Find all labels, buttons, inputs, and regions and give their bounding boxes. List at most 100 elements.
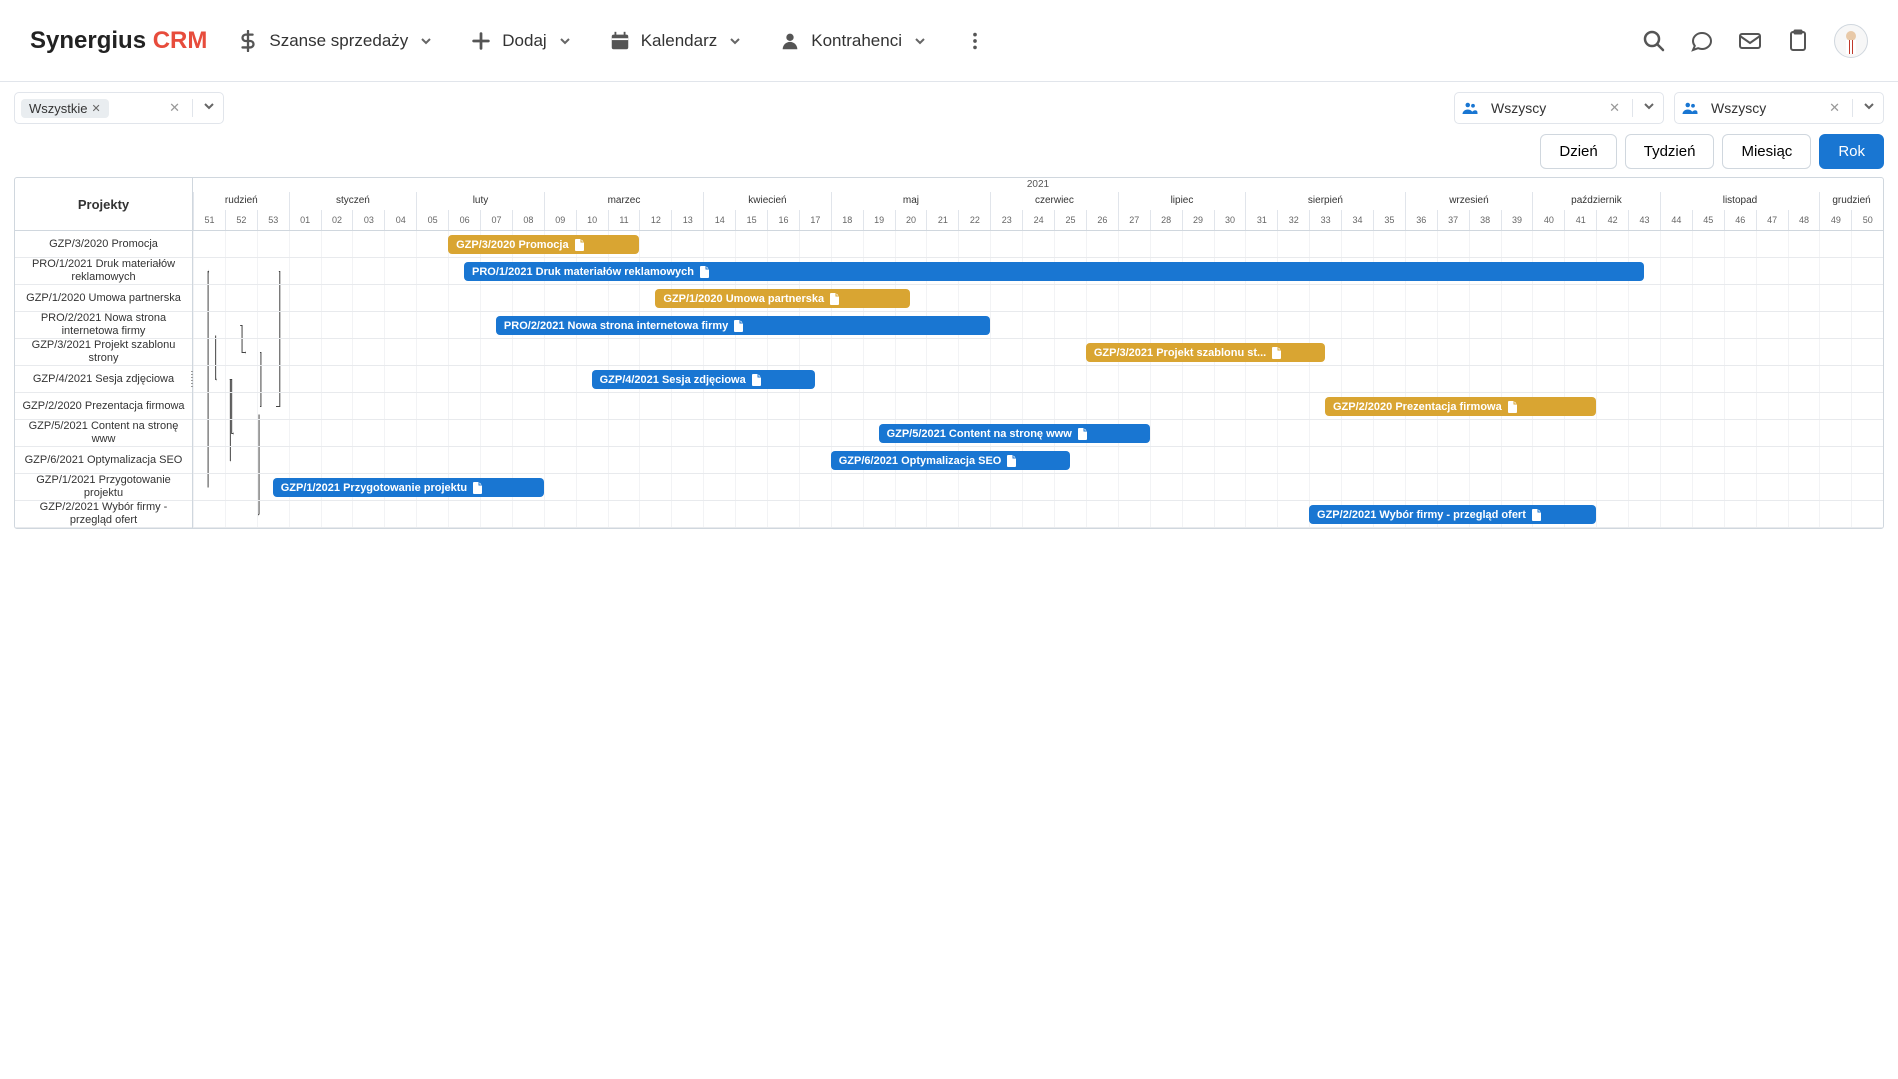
document-icon (1272, 347, 1282, 359)
chevron-down-icon (420, 35, 432, 47)
nav-more[interactable] (964, 30, 986, 52)
gantt-row: GZP/1/2020 Umowa partnerska (193, 285, 1883, 312)
gantt-week-cell: 43 (1628, 210, 1660, 230)
gantt-month-cell: rudzień (193, 192, 289, 210)
gantt-project-label[interactable]: GZP/3/2020 Promocja (15, 231, 192, 258)
view-week-button[interactable]: Tydzień (1625, 134, 1715, 169)
gantt-month-cell: styczeń (289, 192, 417, 210)
nav-opportunities[interactable]: Szanse sprzedaży (237, 30, 432, 52)
gantt-week-cell: 36 (1405, 210, 1437, 230)
gantt-bar-label: GZP/2/2020 Prezentacja firmowa (1333, 401, 1502, 413)
gantt-project-label[interactable]: GZP/1/2021 Przygotowanie projektu (15, 474, 192, 501)
view-month-button[interactable]: Miesiąc (1722, 134, 1811, 169)
document-icon (830, 293, 840, 305)
filter-dropdown-icon[interactable] (1641, 99, 1657, 117)
gantt-week-cell: 51 (193, 210, 225, 230)
gantt-week-cell: 37 (1437, 210, 1469, 230)
filter-clear-icon[interactable]: ✕ (1825, 100, 1844, 116)
view-day-button[interactable]: Dzień (1540, 134, 1616, 169)
gantt-bar[interactable]: GZP/4/2021 Sesja zdjęciowa (592, 370, 815, 389)
gantt-project-label[interactable]: PRO/2/2021 Nowa strona internetowa firmy (15, 312, 192, 339)
nav-contractors[interactable]: Kontrahenci (779, 30, 926, 52)
gantt-week-cell: 46 (1724, 210, 1756, 230)
filter-team1[interactable]: Wszyscy ✕ (1454, 92, 1664, 124)
search-icon[interactable] (1642, 29, 1666, 53)
people-icon (1461, 99, 1479, 117)
filter-bar: Wszystkie ✕ ✕ Wszyscy ✕ Wszyscy ✕ (0, 82, 1898, 134)
gantt-project-label[interactable]: GZP/2/2020 Prezentacja firmowa (15, 393, 192, 420)
document-icon (1532, 509, 1542, 521)
gantt-bar[interactable]: GZP/6/2021 Optymalizacja SEO (831, 451, 1070, 470)
gantt-bar[interactable]: GZP/1/2020 Umowa partnerska (655, 289, 910, 308)
gantt-bar-label: PRO/1/2021 Druk materiałów reklamowych (472, 266, 694, 278)
gantt-month-cell: sierpień (1245, 192, 1404, 210)
chevron-down-icon (729, 35, 741, 47)
gantt-bar[interactable]: PRO/1/2021 Druk materiałów reklamowych (464, 262, 1644, 281)
filter-chip-all[interactable]: Wszystkie ✕ (21, 99, 109, 118)
gantt-week-cell: 16 (767, 210, 799, 230)
filter-categories[interactable]: Wszystkie ✕ ✕ (14, 92, 224, 124)
gantt-project-label[interactable]: GZP/3/2021 Projekt szablonu strony (15, 339, 192, 366)
gantt-bar[interactable]: GZP/2/2021 Wybór firmy - przegląd ofert (1309, 505, 1596, 524)
gantt-week-cell: 44 (1660, 210, 1692, 230)
gantt-year-label: 2021 (193, 178, 1883, 192)
gantt-week-cell: 28 (1150, 210, 1182, 230)
gantt-week-cell: 09 (544, 210, 576, 230)
gantt-week-cell: 35 (1373, 210, 1405, 230)
gantt-row: GZP/2/2021 Wybór firmy - przegląd ofert (193, 501, 1883, 528)
gantt-week-cell: 25 (1054, 210, 1086, 230)
gantt-month-cell: październik (1532, 192, 1660, 210)
gantt-week-cell: 13 (671, 210, 703, 230)
gantt-week-cell: 20 (895, 210, 927, 230)
document-icon (1007, 455, 1017, 467)
clipboard-icon[interactable] (1786, 29, 1810, 53)
user-avatar[interactable] (1834, 24, 1868, 58)
gantt-week-cell: 33 (1309, 210, 1341, 230)
gantt-week-cell: 04 (384, 210, 416, 230)
mail-icon[interactable] (1738, 29, 1762, 53)
gantt-week-cell: 17 (799, 210, 831, 230)
gantt-week-cell: 15 (735, 210, 767, 230)
gantt-bar[interactable]: PRO/2/2021 Nowa strona internetowa firmy (496, 316, 990, 335)
document-icon (700, 266, 710, 278)
gantt-row: GZP/5/2021 Content na stronę www (193, 420, 1883, 447)
chat-icon[interactable] (1690, 29, 1714, 53)
gantt-bar[interactable]: GZP/2/2020 Prezentacja firmowa (1325, 397, 1596, 416)
gantt-bar[interactable]: GZP/1/2021 Przygotowanie projektu (273, 478, 544, 497)
filter-dropdown-icon[interactable] (201, 99, 217, 117)
gantt-week-cell: 23 (990, 210, 1022, 230)
people-icon (1681, 99, 1699, 117)
gantt-project-label[interactable]: GZP/4/2021 Sesja zdjęciowa (15, 366, 192, 393)
nav-calendar-label: Kalendarz (641, 31, 718, 51)
gantt-project-label[interactable]: GZP/2/2021 Wybór firmy - przegląd ofert (15, 501, 192, 528)
view-year-button[interactable]: Rok (1819, 134, 1884, 169)
gantt-week-cell: 19 (863, 210, 895, 230)
gantt-month-cell: maj (831, 192, 990, 210)
plus-icon (470, 30, 492, 52)
filter-team1-label: Wszyscy (1487, 100, 1550, 116)
document-icon (1078, 428, 1088, 440)
gantt-bar[interactable]: GZP/3/2020 Promocja (448, 235, 639, 254)
nav-calendar[interactable]: Kalendarz (609, 30, 742, 52)
filter-dropdown-icon[interactable] (1861, 99, 1877, 117)
chip-remove-icon[interactable]: ✕ (92, 102, 101, 115)
gantt-project-label[interactable]: GZP/1/2020 Umowa partnerska (15, 285, 192, 312)
gantt-week-cell: 45 (1692, 210, 1724, 230)
gantt-week-cell: 30 (1214, 210, 1246, 230)
nav-add[interactable]: Dodaj (470, 30, 570, 52)
gantt-week-cell: 14 (703, 210, 735, 230)
gantt-week-cell: 03 (352, 210, 384, 230)
filter-team2[interactable]: Wszyscy ✕ (1674, 92, 1884, 124)
gantt-project-label[interactable]: GZP/6/2021 Optymalizacja SEO (15, 447, 192, 474)
filter-clear-icon[interactable]: ✕ (165, 100, 184, 116)
gantt-project-label[interactable]: PRO/1/2021 Druk materiałów reklamowych (15, 258, 192, 285)
gantt-bar[interactable]: GZP/5/2021 Content na stronę www (879, 424, 1150, 443)
gantt-row: GZP/3/2020 Promocja (193, 231, 1883, 258)
gantt-project-list: GZP/3/2020 PromocjaPRO/1/2021 Druk mater… (15, 231, 193, 528)
document-icon (473, 482, 483, 494)
gantt-project-label[interactable]: GZP/5/2021 Content na stronę www (15, 420, 192, 447)
chevron-down-icon (559, 35, 571, 47)
filter-clear-icon[interactable]: ✕ (1605, 100, 1624, 116)
gantt-bar[interactable]: GZP/3/2021 Projekt szablonu st... (1086, 343, 1325, 362)
gantt-bar-label: GZP/3/2021 Projekt szablonu st... (1094, 347, 1266, 359)
